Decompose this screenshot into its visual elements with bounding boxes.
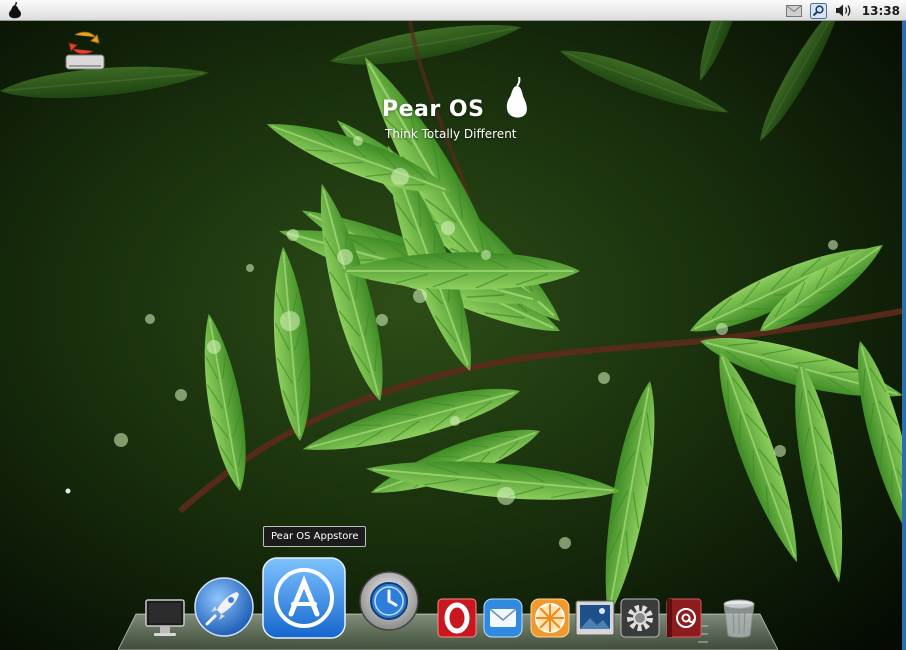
dock-item-opera[interactable]	[437, 598, 477, 638]
drive-icon	[61, 31, 109, 79]
dock-item-time-machine[interactable]	[358, 570, 420, 632]
photo-icon	[575, 598, 615, 638]
mail-envelope-icon	[483, 598, 523, 638]
computer-icon	[144, 597, 186, 639]
dock-item-computer[interactable]	[144, 597, 186, 639]
pear-fruit-icon	[506, 76, 528, 129]
brand-name: Pear OS	[382, 97, 485, 122]
clock[interactable]: 13:38	[862, 4, 900, 18]
desktop-icon-label	[50, 81, 120, 94]
window-edge	[902, 21, 906, 650]
dock-tooltip: Pear OS Appstore	[263, 526, 367, 547]
opera-icon	[437, 598, 477, 638]
settings-icon	[620, 598, 660, 638]
dock-item-launcher[interactable]	[193, 576, 255, 638]
citrus-icon	[530, 598, 570, 638]
top-menubar: 13:38	[0, 0, 906, 21]
brand-tagline: Think Totally Different	[385, 127, 517, 141]
volume-icon[interactable]	[835, 0, 852, 21]
dock-item-mail[interactable]	[483, 598, 523, 638]
dock-item-photos[interactable]	[575, 598, 615, 638]
desktop: Pear OS Think Totally Different	[0, 21, 902, 650]
pear-logo-icon[interactable]	[8, 1, 22, 19]
appstore-icon	[261, 556, 347, 642]
dock-item-citrus[interactable]	[530, 598, 570, 638]
system-tray: 13:38	[778, 0, 900, 21]
time-machine-icon	[358, 570, 420, 632]
desktop-drive[interactable]	[50, 31, 120, 94]
address-book-icon	[664, 598, 704, 638]
dock-item-appstore[interactable]	[261, 556, 347, 642]
dock-item-settings[interactable]	[620, 598, 660, 638]
rocket-launcher-icon	[193, 576, 255, 638]
dock-item-address-book[interactable]	[664, 598, 704, 638]
dock-item-trash[interactable]	[720, 597, 758, 639]
mail-icon[interactable]	[785, 0, 802, 21]
trash-icon	[720, 597, 758, 639]
search-icon[interactable]	[809, 0, 827, 21]
